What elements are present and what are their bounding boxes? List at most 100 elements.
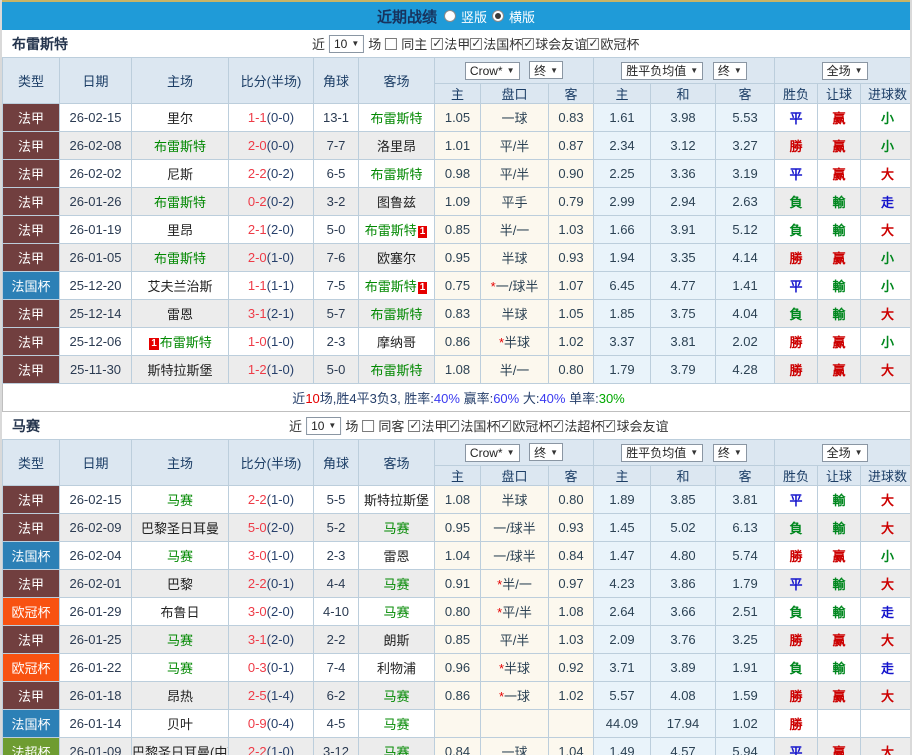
team-name: 马赛 [383,717,410,732]
league-filter-item: 法超杯 [551,416,603,435]
match-type-cell: 法甲 [2,355,60,384]
fulltime-select[interactable]: 全场 ▼ [821,61,868,80]
home-odds-cell: 0.96 [434,653,481,682]
league-checkbox[interactable] [551,418,564,432]
match-date-cell: 26-01-22 [59,653,132,682]
goals-result-cell: 走 [860,187,910,216]
sub-avg-away: 客 [715,83,776,104]
match-type-cell: 法甲 [2,299,60,328]
chevron-down-icon: ▼ [854,448,863,457]
avg-group-header: 胜平负均值 ▼ 终 ▼ [593,57,776,84]
odds-final-select[interactable]: 终 ▼ [529,443,564,462]
handicap-result-cell: 輸 [817,299,862,328]
score-cell: 2-2(0-2) [228,159,314,188]
corner-cell: 5-0 [313,215,359,244]
league-checkbox[interactable] [447,418,460,432]
summary-segment: 赢率: [459,391,494,406]
match-count-select[interactable]: 10 ▼ [328,34,365,53]
league-checkbox[interactable] [470,36,483,50]
league-checkbox[interactable] [587,36,600,50]
match-type-cell: 法甲 [2,681,60,710]
team-name: 马赛 [166,633,193,648]
same-venue-checkbox[interactable] [385,37,398,50]
team-name: 昂热 [166,689,193,704]
odds-final-select[interactable]: 终 ▼ [529,61,564,80]
fulltime-score: 2-1 [247,222,267,237]
summary-segment: 40% [433,391,460,406]
avg-draw-cell: 2.94 [650,187,717,216]
fulltime-select[interactable]: 全场 ▼ [821,443,868,462]
avg-away-cell: 4.04 [715,299,776,328]
away-team-cell: 洛里昂 [358,131,435,160]
avg-home-cell: 2.09 [593,625,652,654]
table-row: 法甲 26-02-01 巴黎 2-2(0-1) 4-4 马赛 0.91 *半/一 0.97 4.2… [2,569,910,598]
halftime-score: (2-1) [266,306,295,321]
league-checkbox[interactable] [408,418,421,432]
sub-handicap: 盘口 [480,465,549,486]
col-home: 主场 [131,439,229,486]
match-type-cell: 法甲 [2,625,60,654]
league-checkbox[interactable] [603,418,616,432]
col-home: 主场 [131,57,229,104]
away-team-cell: 马赛 [358,597,435,626]
away-team-cell: 马赛 [358,709,435,738]
filter-controls: 近 10▼ 场 同客 法甲法国杯欧冠杯法超杯球会友谊 [289,416,668,435]
avg-draw-cell: 4.77 [650,271,717,300]
red-card-badge: 1 [149,338,159,350]
wdl-result-cell: 勝 [774,131,819,160]
section-header-marseille: 马赛 近 10▼ 场 同客 法甲法国杯欧冠杯法超杯球会友谊 [2,412,910,439]
sub-wdl: 胜负 [774,465,819,486]
home-team-cell: 马赛 [131,653,229,682]
sub-avg-draw: 和 [650,465,717,486]
team-name: 雷恩 [166,307,193,322]
score-cell: 3-0(2-0) [228,597,314,626]
home-odds-cell: 1.05 [434,103,481,132]
team-name: 巴黎圣日耳曼(中) [132,745,229,755]
table-header-group-row: 类型 日期 主场 比分(半场) 角球 客场 Crow* ▼ 终 ▼ 胜平负均值 ▼ 终… [2,57,910,104]
corner-cell: 3-2 [313,187,359,216]
horizontal-layout-radio[interactable] [492,10,504,22]
match-type-cell: 法甲 [2,131,60,160]
wdl-result-cell: 負 [774,187,819,216]
away-team-cell: 马赛 [358,737,435,755]
league-checkbox[interactable] [499,418,512,432]
avg-home-cell: 1.47 [593,541,652,570]
odds-company-select[interactable]: Crow* ▼ [464,443,520,462]
top-bar: 近期战绩 竖版 横版 [2,0,910,30]
away-team-cell: 布雷斯特 1 [358,215,435,244]
chevron-down-icon: ▼ [328,421,337,430]
handicap-cell: 平/半 [480,625,549,654]
games-label: 场 [368,37,382,52]
odds-company-select[interactable]: Crow* ▼ [464,61,520,80]
vertical-layout-radio[interactable] [443,10,456,22]
avg-final-select[interactable]: 终 ▼ [712,443,747,462]
match-count-select[interactable]: 10 ▼ [306,416,342,435]
handicap-cell: *一球 [480,681,549,710]
chevron-down-icon: ▼ [690,66,699,75]
avg-odds-select[interactable]: 胜平负均值 ▼ [621,443,704,462]
avg-home-cell: 2.99 [593,187,652,216]
team-name: 马赛 [166,493,193,508]
halftime-score: (1-0) [266,250,295,265]
handicap-result-cell: 赢 [817,541,862,570]
avg-draw-cell: 3.98 [650,103,717,132]
chevron-down-icon: ▼ [550,447,559,457]
halftime-score: (0-2) [266,194,295,209]
away-team-cell: 图鲁兹 [358,187,435,216]
avg-draw-cell: 3.36 [650,159,717,188]
handicap-result-cell: 輸 [817,271,862,300]
handicap-cell: 半/一 [480,355,549,384]
sub-avg-away: 客 [715,465,776,486]
league-checkbox[interactable] [431,36,444,50]
home-team-cell: 马赛 [131,541,229,570]
team-name: 图鲁兹 [376,195,416,210]
same-venue-checkbox[interactable] [362,419,375,432]
wdl-result-cell: 負 [774,653,819,682]
handicap-result-cell [817,709,862,738]
goals-result-cell: 大 [860,299,910,328]
fulltime-score: 2-0 [247,250,267,265]
col-score: 比分(半场) [228,439,314,486]
avg-final-select[interactable]: 终 ▼ [712,61,747,80]
avg-odds-select[interactable]: 胜平负均值 ▼ [621,61,704,80]
league-checkbox[interactable] [522,36,535,50]
